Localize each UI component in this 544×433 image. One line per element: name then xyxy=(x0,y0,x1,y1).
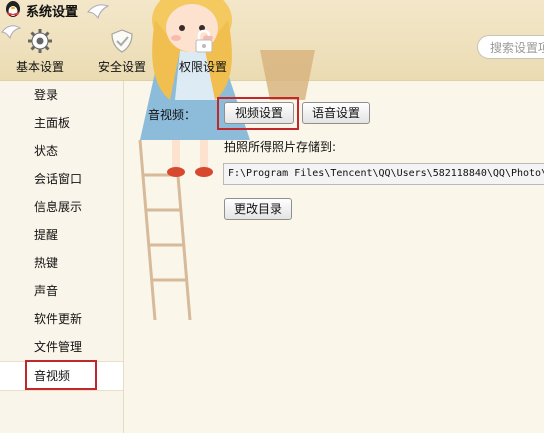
settings-header: 系统设置 基本设置 安全设置 权限设置 搜索设置 xyxy=(0,0,544,320)
sidebar-item-hotkeys[interactable]: 热键 xyxy=(0,249,123,277)
tab-security-settings-label: 安全设置 xyxy=(97,60,146,74)
sidebar-item-file-management[interactable]: 文件管理 xyxy=(0,333,123,361)
sidebar-item-software-update[interactable]: 软件更新 xyxy=(0,305,123,333)
shield-icon xyxy=(111,29,133,53)
photo-save-label: 拍照所得照片存储到: xyxy=(224,140,337,154)
lock-icon xyxy=(195,29,213,53)
tab-basic-settings[interactable]: 基本设置 xyxy=(5,26,75,78)
window-title: 系统设置 xyxy=(26,5,79,20)
sidebar-item-reminders[interactable]: 提醒 xyxy=(0,221,123,249)
section-label-audio-video: 音视频： xyxy=(148,108,197,122)
highlight-box-video-button xyxy=(217,97,299,130)
sidebar-divider xyxy=(0,390,123,391)
gear-icon xyxy=(28,29,52,53)
sidebar-item-status[interactable]: 状态 xyxy=(0,137,123,165)
tab-security-settings[interactable]: 安全设置 xyxy=(87,26,157,78)
sidebar-item-main-panel[interactable]: 主面板 xyxy=(0,109,123,137)
tab-permission-settings-label: 权限设置 xyxy=(178,60,227,74)
voice-settings-button[interactable]: 语音设置 xyxy=(302,102,370,124)
photo-path-field[interactable]: F:\Program Files\Tencent\QQ\Users\582118… xyxy=(223,163,544,185)
tab-permission-settings[interactable]: 权限设置 xyxy=(168,26,238,78)
sidebar-item-info-display[interactable]: 信息展示 xyxy=(0,193,123,221)
sidebar-item-login[interactable]: 登录 xyxy=(0,81,123,109)
search-input[interactable]: 搜索设置项 xyxy=(477,35,544,59)
qq-penguin-icon xyxy=(6,1,20,17)
sidebar-item-chat-window[interactable]: 会话窗口 xyxy=(0,165,123,193)
change-directory-button[interactable]: 更改目录 xyxy=(224,198,292,220)
tab-basic-settings-label: 基本设置 xyxy=(15,60,64,74)
sidebar-item-sound[interactable]: 声音 xyxy=(0,277,123,305)
highlight-box-sidebar xyxy=(25,360,97,390)
bird-icon xyxy=(86,4,110,20)
